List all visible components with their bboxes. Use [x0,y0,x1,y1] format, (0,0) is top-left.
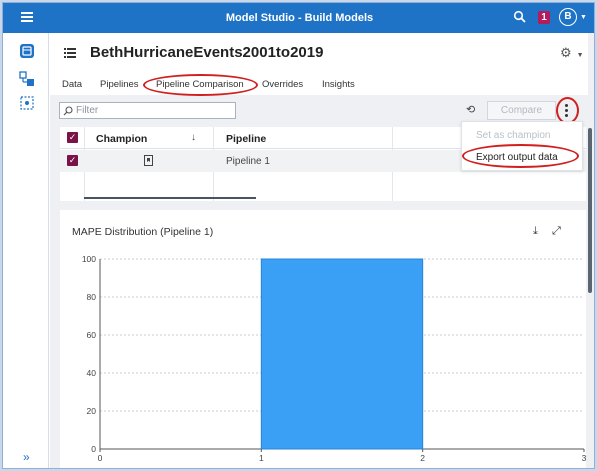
list-icon[interactable] [64,48,76,58]
filter-placeholder: Filter [76,105,99,116]
pipeline-name: Pipeline 1 [226,156,270,167]
search-icon[interactable] [513,10,527,24]
top-bar: Model Studio - Build Models 1 B ▼ [3,3,594,33]
search-icon [63,106,73,116]
champion-ribbon-icon [144,155,153,166]
main-content: BethHurricaneEvents2001to2019 ⚙ ▼ Data P… [50,33,594,468]
y-tick-label: 60 [87,330,97,340]
filter-input[interactable]: Filter [59,102,236,119]
x-tick-label: 1 [259,453,264,463]
y-tick-label: 40 [87,368,97,378]
y-tick-label: 20 [87,406,97,416]
histogram-bar [260,258,424,450]
menu-item-set-as-champion: Set as champion [476,130,551,141]
gear-icon[interactable]: ⚙ ▼ [560,45,584,61]
y-tick-label: 0 [91,444,96,454]
app-title: Model Studio - Build Models [225,12,374,24]
sort-arrow-icon[interactable]: ↓ [191,132,196,143]
notification-badge[interactable]: 1 [538,11,550,24]
highlight-oval [143,74,258,96]
highlight-oval [462,144,579,168]
compare-button[interactable]: Compare [487,101,556,120]
refresh-icon[interactable]: ⟲ [466,103,475,116]
y-tick-label: 80 [87,292,97,302]
select-all-checkbox[interactable]: ✓ [67,132,78,143]
toolbar: Filter ⟲ Compare [50,96,588,124]
pipeline-nav-icon[interactable] [19,43,35,59]
x-tick-label: 2 [420,453,425,463]
data-nav-icon[interactable] [19,95,35,111]
tab-bar: Data Pipelines Pipeline Comparison Overr… [50,73,588,96]
chart-panel: MAPE Distribution (Pipeline 1) ⤓ ⤢ 0 20 40… [60,210,586,468]
project-header: BethHurricaneEvents2001to2019 ⚙ ▼ Data P… [50,33,588,96]
tab-overrides[interactable]: Overrides [262,79,303,90]
vertical-scrollbar[interactable] [588,128,592,293]
page-title: BethHurricaneEvents2001to2019 [90,44,324,61]
avatar: B [559,8,577,26]
y-tick-label: 100 [82,254,96,264]
user-menu[interactable]: B ▼ [559,8,587,26]
tab-data[interactable]: Data [62,79,82,90]
column-header-pipeline[interactable]: Pipeline [226,133,266,145]
x-tick-label: 3 [582,453,586,463]
horizontal-scrollbar[interactable] [84,197,256,199]
actions-menu: Set as champion Export output data [461,121,583,171]
expand-nav-icon[interactable]: » [23,450,30,464]
app-window: Model Studio - Build Models 1 B ▼ » Beth… [2,2,595,469]
row-checkbox[interactable]: ✓ [67,155,78,166]
left-nav: » [3,33,49,468]
x-tick-label: 0 [98,453,103,463]
highlight-oval [556,97,579,124]
tab-pipelines[interactable]: Pipelines [100,79,139,90]
compare-nav-icon[interactable] [19,71,35,87]
chevron-down-icon: ▼ [580,13,587,21]
mape-chart: 0 20 40 60 80 100 0 1 2 3 [82,254,586,463]
tab-insights[interactable]: Insights [322,79,355,90]
column-header-champion[interactable]: Champion [96,133,147,145]
